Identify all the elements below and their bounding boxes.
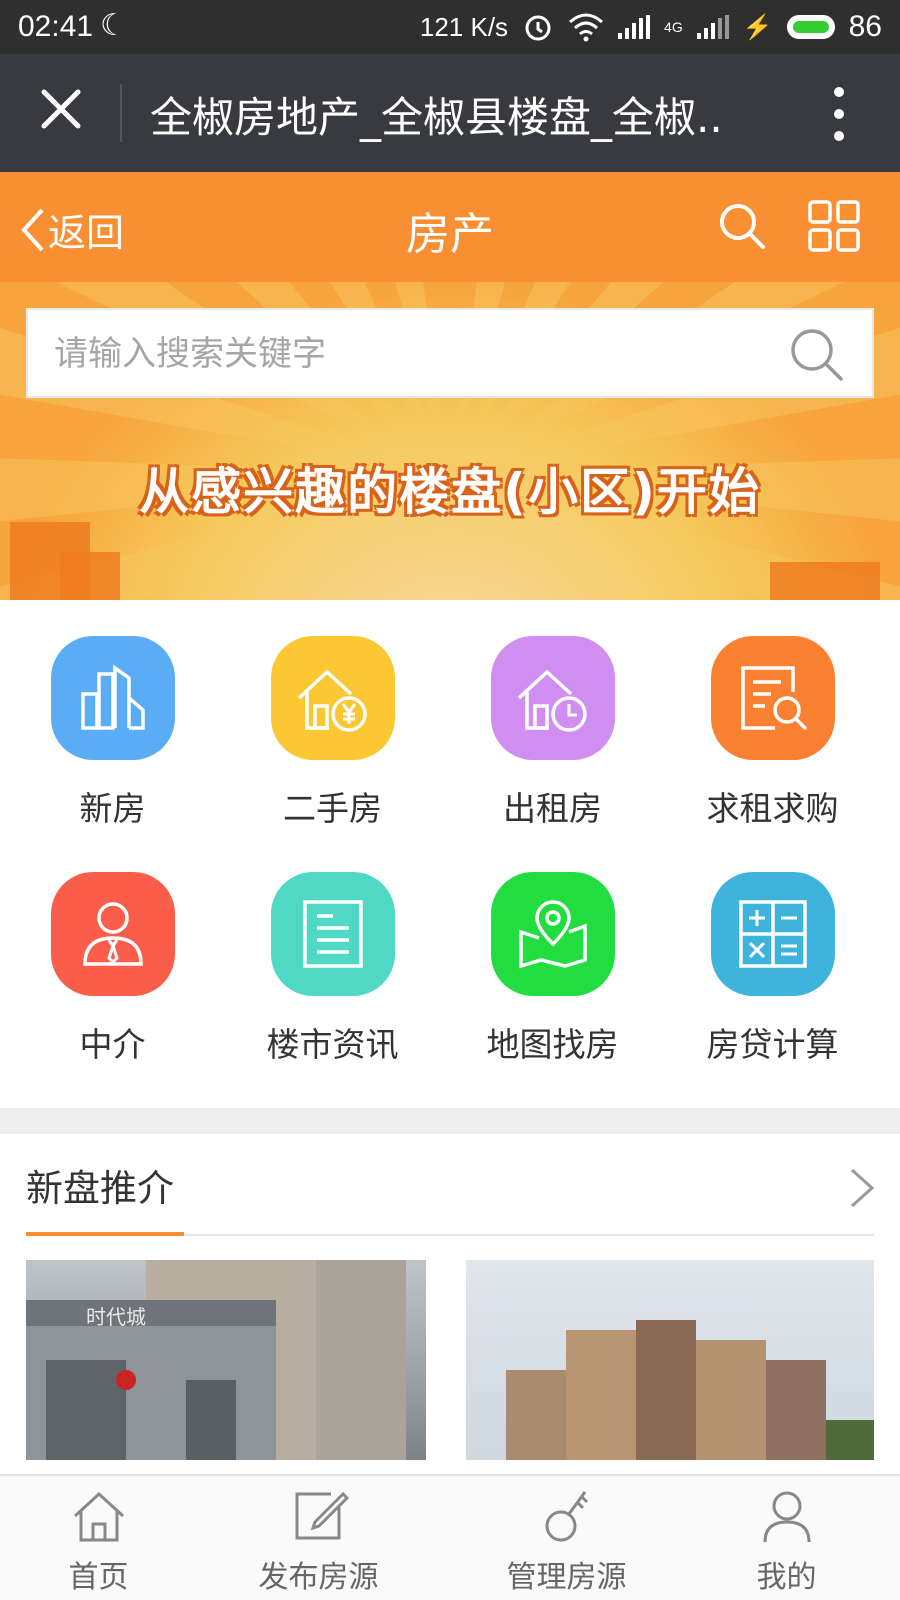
signal-2-icon [696, 15, 729, 39]
agent-icon [82, 902, 143, 966]
section-title: 新盘推介 [26, 1167, 174, 1210]
wifi-icon [569, 13, 604, 42]
category-new-house[interactable]: 新房 [0, 636, 225, 830]
search-icon[interactable] [788, 326, 844, 382]
building-photo-1: 时代城 [26, 1260, 406, 1460]
map-pin-icon [518, 900, 587, 969]
home-icon [73, 1491, 124, 1542]
net-speed: 121 K/s [419, 11, 509, 42]
browser-page-title: 全椒房地产_全椒县楼盘_全椒.. [150, 93, 723, 142]
category-wanted[interactable]: 求租求购 [660, 636, 885, 830]
browser-title-bar: 全椒房地产_全椒县楼盘_全椒.. [0, 54, 900, 172]
signal-icon [618, 15, 651, 39]
section-title-underline [26, 1232, 184, 1236]
search-icon[interactable] [718, 202, 766, 250]
more-options-icon[interactable] [834, 86, 844, 142]
category-icon-bg [270, 636, 395, 760]
status-time: 02:41 [18, 10, 94, 43]
tab-me[interactable]: 我的 [674, 1486, 899, 1596]
buildings-icon [80, 664, 145, 730]
section-separator [0, 1108, 900, 1134]
category-icon-bg [50, 872, 175, 996]
banner-slogan: 从感兴趣的楼盘(小区)开始 [139, 463, 761, 521]
category-icon-bg [490, 872, 615, 996]
document-search-icon [740, 666, 807, 730]
category-mortgage-calculator[interactable]: 房贷计算 [660, 872, 885, 1066]
house-clock-icon [517, 669, 587, 732]
bottom-tab-bar: 首页 发布房源 管理房源 我的 [0, 1474, 900, 1600]
app-header: 返回 房产 [0, 172, 900, 282]
user-icon [763, 1491, 810, 1543]
edit-icon [295, 1491, 349, 1540]
alarm-icon [525, 15, 551, 41]
tab-manage-listings[interactable]: 管理房源 [454, 1486, 679, 1596]
tab-label: 首页 [68, 1560, 129, 1595]
category-label: 中介 [79, 1025, 146, 1064]
chevron-right-icon[interactable] [848, 1166, 876, 1210]
status-icons: 121 K/s 4G ⚡ 86 [420, 10, 882, 44]
category-label: 求租求购 [706, 789, 839, 828]
category-icon-bg [270, 872, 395, 996]
new-listings-section: 新盘推介 时代城 [0, 1134, 900, 1474]
category-icon-bg [710, 636, 835, 760]
category-label: 二手房 [283, 789, 382, 828]
search-box[interactable] [26, 308, 874, 398]
category-second-hand[interactable]: 二手房 [220, 636, 445, 830]
moon-icon: ☾ [100, 9, 127, 42]
tab-home[interactable]: 首页 [0, 1486, 211, 1596]
category-icon-bg [50, 636, 175, 760]
tab-post-listing[interactable]: 发布房源 [206, 1486, 431, 1596]
building-photo-2 [506, 1320, 874, 1460]
category-label: 新房 [79, 789, 146, 828]
tab-label: 我的 [756, 1560, 817, 1595]
category-icon-bg [490, 636, 615, 760]
listing-photo[interactable] [466, 1260, 874, 1460]
status-bar: 02:41 ☾ 121 K/s 4G ⚡ 86 [0, 0, 900, 54]
category-rental[interactable]: 出租房 [440, 636, 665, 830]
building-sign-text: 时代城 [86, 1305, 146, 1329]
category-news[interactable]: 楼市资讯 [220, 872, 445, 1066]
category-label: 地图找房 [486, 1025, 619, 1064]
house-yuan-icon [297, 669, 367, 732]
category-icon-bg [710, 872, 835, 996]
promo-banner[interactable]: 从感兴趣的楼盘(小区)开始 [0, 282, 900, 602]
battery-level: 86 [848, 10, 882, 43]
network-type: 4G [664, 19, 683, 35]
banner-building-decoration [770, 562, 880, 602]
category-grid: 新房 二手房 出租房 求租求购 中介 楼市资讯 地图找房 房贷计算 [0, 600, 900, 1108]
listing-photo[interactable]: 时代城 [26, 1260, 426, 1460]
charging-icon: ⚡ [742, 13, 773, 41]
calculator-icon [738, 900, 807, 968]
banner-building-decoration [60, 552, 120, 602]
title-divider [120, 84, 122, 142]
battery-icon [786, 15, 835, 39]
key-icon [545, 1491, 588, 1542]
tab-label: 发布房源 [258, 1560, 379, 1595]
search-input[interactable] [52, 310, 756, 398]
news-icon [302, 900, 363, 968]
category-label: 楼市资讯 [266, 1025, 399, 1064]
close-icon[interactable] [36, 84, 86, 134]
category-map[interactable]: 地图找房 [440, 872, 665, 1066]
category-label: 房贷计算 [706, 1025, 839, 1064]
category-label: 出租房 [503, 789, 602, 828]
grid-menu-icon[interactable] [808, 200, 860, 252]
category-agent[interactable]: 中介 [0, 872, 225, 1066]
tab-label: 管理房源 [506, 1560, 627, 1595]
